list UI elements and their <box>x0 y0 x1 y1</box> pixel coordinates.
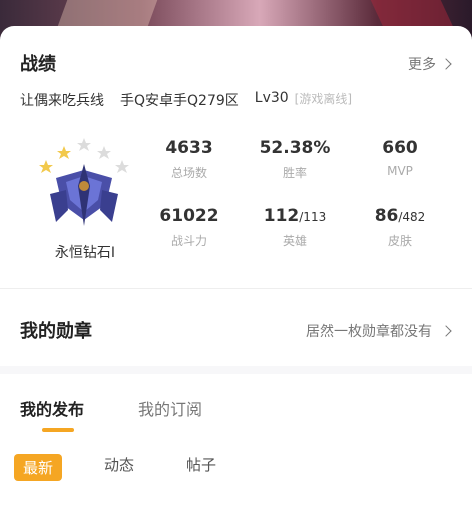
tab-my-subscriptions[interactable]: 我的订阅 <box>138 396 202 420</box>
stat-label: 总场数 <box>170 166 207 180</box>
stat-value: 61022 <box>159 206 219 226</box>
record-card: 战绩 更多 让偶来吃兵线 手Q安卓手Q279区 Lv30 [游戏离线] 永恒钻石… <box>0 26 472 288</box>
stat-label: 胜率 <box>282 166 307 180</box>
stat-skins: 86/482 皮肤 <box>350 206 450 249</box>
stat-value: 4633 <box>165 138 213 158</box>
stat-label: MVP <box>387 164 413 178</box>
stat-value: 660 <box>382 138 418 158</box>
stat-total: /482 <box>398 210 426 224</box>
record-title: 战绩 <box>20 54 56 75</box>
stat-value: 52.38% <box>259 138 331 158</box>
filter-threads[interactable]: 帖子 <box>186 454 216 475</box>
player-name: 让偶来吃兵线 <box>20 93 104 109</box>
player-info: 让偶来吃兵线 手Q安卓手Q279区 Lv30 [游戏离线] <box>20 90 352 110</box>
rank-name: 永恒钻石I <box>54 245 116 261</box>
status-tag: [游戏离线] <box>294 92 353 106</box>
diamond-rank-icon <box>39 138 129 226</box>
chevron-right-icon <box>440 325 452 337</box>
more-link[interactable]: 更多 <box>408 54 452 74</box>
stat-total-games: 4633 总场数 <box>139 138 239 181</box>
server-name: 手Q安卓手Q279区 <box>120 93 239 109</box>
medal-row[interactable]: 我的勋章 居然一枚勋章都没有 <box>0 288 472 366</box>
stat-heroes: 112/113 英雄 <box>245 206 345 249</box>
tab-my-posts[interactable]: 我的发布 <box>20 396 84 420</box>
stat-value: 86 <box>374 206 399 226</box>
stat-value: 112 <box>263 206 300 226</box>
more-label: 更多 <box>408 57 436 73</box>
chevron-right-icon <box>440 58 452 70</box>
player-level: Lv30 <box>254 90 289 106</box>
medal-status: 居然一枚勋章都没有 <box>306 324 432 340</box>
stat-label: 英雄 <box>282 234 307 248</box>
medal-title: 我的勋章 <box>20 321 92 342</box>
stat-label: 皮肤 <box>387 234 412 248</box>
stat-mvp: 660 MVP <box>350 138 450 178</box>
posts-section: 我的发布 我的订阅 最新 动态 帖子 <box>0 366 472 529</box>
filter-activity[interactable]: 动态 <box>104 454 134 475</box>
stat-total: /113 <box>299 210 327 224</box>
stat-label: 战斗力 <box>170 234 207 248</box>
active-tab-indicator <box>42 428 74 432</box>
filter-latest[interactable]: 最新 <box>14 454 63 481</box>
stat-win-rate: 52.38% 胜率 <box>245 138 345 181</box>
stat-combat-power: 61022 战斗力 <box>139 206 239 249</box>
